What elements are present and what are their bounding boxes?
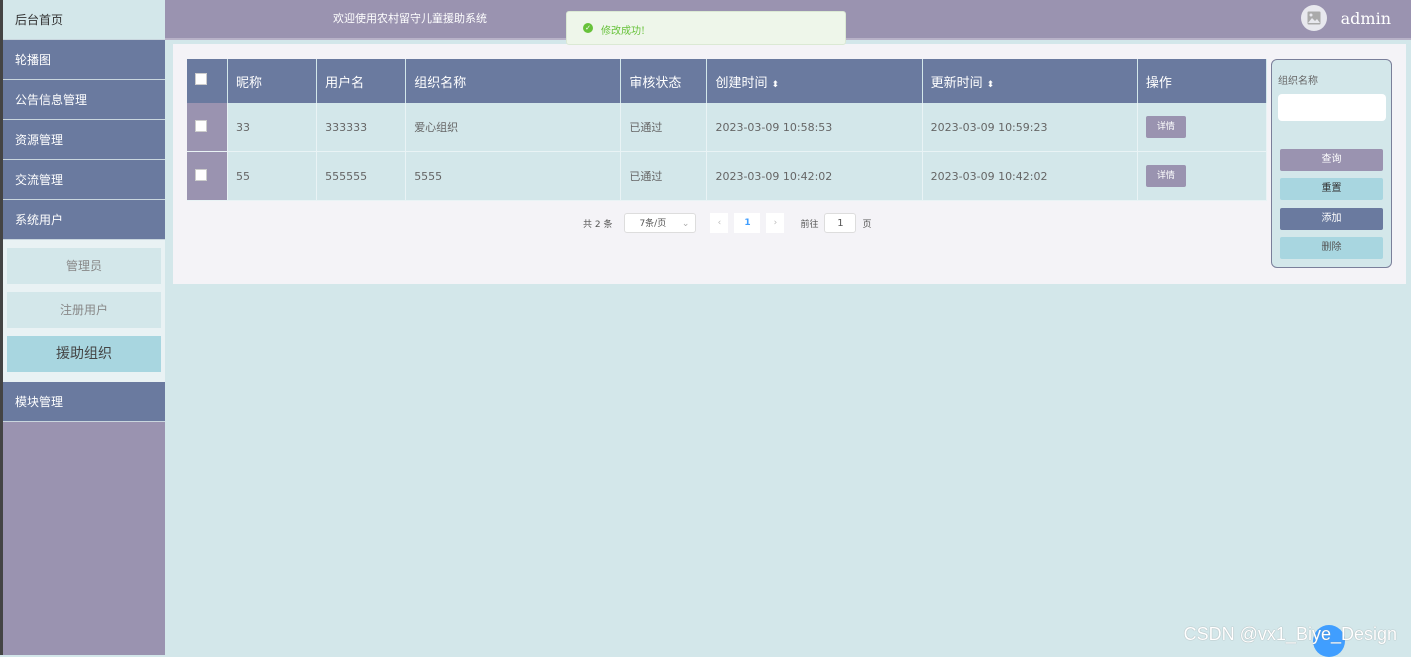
sort-icon[interactable]: ⬍ <box>987 80 995 90</box>
check-circle-icon: ✓ <box>583 23 593 33</box>
total-count: 共 2 条 <box>583 219 613 230</box>
chevron-down-icon: ⌄ <box>681 219 690 229</box>
sort-icon[interactable]: ⬍ <box>771 80 779 90</box>
watermark: CSDN @vx1_Biye_Design <box>1183 624 1397 644</box>
main-panel: 昵称 用户名 组织名称 审核状态 创建时间 ⬍ 更新时间 ⬍ 操作 33 33333… <box>173 44 1406 284</box>
sidebar-submenu: 管理员 注册用户 援助组织 <box>3 240 165 382</box>
detail-button[interactable]: 详情 <box>1145 116 1186 138</box>
col-actions: 操作 <box>1137 59 1268 103</box>
col-org-name: 组织名称 <box>405 59 622 103</box>
table-header-row: 昵称 用户名 组织名称 审核状态 创建时间 ⬍ 更新时间 ⬍ 操作 <box>187 59 1268 103</box>
page-number-button[interactable]: 1 <box>734 213 761 233</box>
col-nickname: 昵称 <box>227 59 318 103</box>
cell-actions: 详情 <box>1137 151 1268 201</box>
col-username: 用户名 <box>316 59 407 103</box>
sidebar-item-resources[interactable]: 资源管理 <box>3 120 165 160</box>
data-table: 昵称 用户名 组织名称 审核状态 创建时间 ⬍ 更新时间 ⬍ 操作 33 33333… <box>187 59 1268 201</box>
cell-nickname: 55 <box>227 151 318 201</box>
page-unit-label: 页 <box>862 219 872 230</box>
sidebar-item-communication[interactable]: 交流管理 <box>3 160 165 200</box>
col-updated[interactable]: 更新时间 ⬍ <box>922 59 1138 103</box>
col-updated-label: 更新时间 <box>930 75 983 91</box>
col-created-label: 创建时间 <box>715 75 768 91</box>
toast-message: 修改成功! <box>601 26 646 37</box>
page-size-select[interactable]: 7条/页 ⌄ <box>624 213 697 233</box>
org-name-input[interactable] <box>1278 94 1386 121</box>
sidebar-subitem-aid-organizations[interactable]: 援助组织 <box>7 336 161 372</box>
select-all-checkbox[interactable] <box>195 73 207 85</box>
table-row: 33 333333 爱心组织 已通过 2023-03-09 10:58:53 2… <box>187 103 1268 152</box>
next-page-button[interactable]: › <box>766 213 785 233</box>
table-row: 55 555555 5555 已通过 2023-03-09 10:42:02 2… <box>187 151 1268 201</box>
cell-updated: 2023-03-09 10:42:02 <box>922 151 1138 201</box>
row-checkbox[interactable] <box>195 168 207 181</box>
prev-page-button[interactable]: ‹ <box>710 213 729 233</box>
add-button[interactable]: 添加 <box>1280 208 1383 230</box>
avatar-icon[interactable] <box>1300 5 1327 31</box>
username[interactable]: admin <box>1341 9 1391 28</box>
success-toast: ✓ 修改成功! <box>566 11 846 45</box>
welcome-text: 欢迎使用农村留守儿童援助系统 <box>333 12 487 25</box>
sidebar-subitem-admins[interactable]: 管理员 <box>7 248 161 284</box>
row-select-cell <box>187 151 229 201</box>
cell-status: 已通过 <box>620 151 708 201</box>
col-created[interactable]: 创建时间 ⬍ <box>706 59 923 103</box>
cell-actions: 详情 <box>1137 103 1268 152</box>
page-size-value: 7条/页 <box>639 219 667 229</box>
detail-button[interactable]: 详情 <box>1145 165 1186 187</box>
cell-created: 2023-03-09 10:42:02 <box>706 151 923 201</box>
goto-label: 前往 <box>800 219 819 230</box>
cell-org-name: 5555 <box>405 151 622 201</box>
delete-button[interactable]: 删除 <box>1280 237 1383 259</box>
user-menu[interactable]: admin <box>1300 4 1391 32</box>
cell-nickname: 33 <box>227 103 318 152</box>
sidebar-item-announcements[interactable]: 公告信息管理 <box>3 80 165 120</box>
sidebar-item-home[interactable]: 后台首页 <box>3 0 165 40</box>
row-checkbox[interactable] <box>195 119 207 132</box>
cell-created: 2023-03-09 10:58:53 <box>706 103 923 152</box>
cell-username: 555555 <box>316 151 407 201</box>
sidebar-subitem-registered-users[interactable]: 注册用户 <box>7 292 161 328</box>
reset-button[interactable]: 重置 <box>1280 178 1383 200</box>
sidebar: 后台首页 轮播图 公告信息管理 资源管理 交流管理 系统用户 管理员 注册用户 … <box>0 0 165 655</box>
query-button[interactable]: 查询 <box>1280 149 1383 171</box>
cell-org-name: 爱心组织 <box>405 103 622 152</box>
org-name-label: 组织名称 <box>1278 76 1318 87</box>
sidebar-item-system-users[interactable]: 系统用户 <box>3 200 165 240</box>
col-status: 审核状态 <box>620 59 708 103</box>
cell-updated: 2023-03-09 10:59:23 <box>922 103 1138 152</box>
row-select-cell <box>187 103 229 152</box>
cell-username: 333333 <box>316 103 407 152</box>
sidebar-item-modules[interactable]: 模块管理 <box>3 382 165 422</box>
cell-status: 已通过 <box>620 103 708 152</box>
sidebar-item-carousel[interactable]: 轮播图 <box>3 40 165 80</box>
select-all-cell <box>187 59 229 103</box>
search-panel: 组织名称 查询 重置 添加 删除 <box>1271 59 1392 268</box>
pagination: 共 2 条 7条/页 ⌄ ‹ 1 › 前往 1 页 <box>583 213 871 233</box>
goto-page-input[interactable]: 1 <box>824 213 857 233</box>
